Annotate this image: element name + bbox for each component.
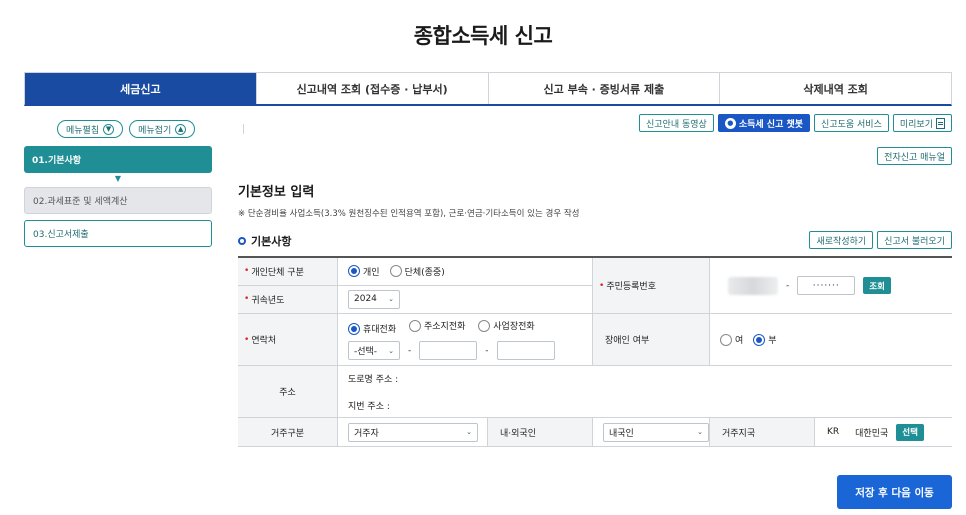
phone-middle-field[interactable] (419, 341, 478, 360)
section-note: ※ 단순경비율 사업소득(3.3% 원천징수된 인적용역 포함), 근로·연금·… (238, 209, 580, 219)
preview-button[interactable]: 미리보기 (892, 114, 952, 132)
country-code: KR (827, 427, 840, 437)
residence-type-label: 거주구분 (238, 418, 338, 446)
lot-address-text: 지번 주소 : (348, 401, 390, 412)
entity-individual-radio[interactable]: 개인 (348, 265, 380, 278)
form-row-address: 주소 도로명 주소 : 지번 주소 : (238, 366, 952, 418)
entity-group-radio[interactable]: 단체(종중) (389, 265, 445, 278)
help-service-button[interactable]: 신고도움 서비스 (814, 114, 889, 132)
contact-business-radio[interactable]: 사업장전화 (478, 319, 535, 332)
load-return-button[interactable]: 신고서 불러오기 (877, 231, 952, 249)
contact-home-radio[interactable]: 주소지전화 (409, 319, 465, 332)
chevron-down-icon: ⌄ (466, 428, 472, 436)
form-row-residence: 거주구분 거주자 ⌄ 내·외국인 내국인 ⌄ 거주지국 KR 대한민국 선택 (238, 418, 952, 446)
disability-yes-radio[interactable]: 여 (720, 333, 743, 346)
road-address-text: 도로명 주소 : (348, 374, 399, 385)
tab-tax-filing[interactable]: 세금신고 (25, 73, 257, 104)
divider (243, 124, 244, 134)
preview-label: 미리보기 (899, 119, 933, 130)
main-tabs: 세금신고 신고내역 조회 (접수증 · 납부서) 신고 부속 · 증빙서류 제출… (24, 72, 952, 106)
toolbar: 신고안내 동영상 ● 소득세 신고 챗봇 신고도움 서비스 미리보기 (638, 114, 952, 132)
year-select[interactable]: 2024 ⌄ (348, 289, 400, 309)
resident-no-back-field[interactable]: ······· (797, 276, 856, 295)
year-label: • 귀속년도 (238, 285, 338, 313)
contact-label: • 연락처 (238, 314, 338, 365)
guide-video-button[interactable]: 신고안내 동영상 (638, 114, 714, 132)
residence-country-label: 거주지국 (710, 418, 815, 446)
resident-no-front-field[interactable] (728, 276, 778, 295)
tab-attachments[interactable]: 신고 부속 · 증빙서류 제출 (488, 73, 721, 104)
manual-button[interactable]: 전자신고 매뉴얼 (877, 147, 952, 165)
chatbot-label: 소득세 신고 챗봇 (738, 119, 804, 130)
step-tax-calc[interactable]: 02.과세표준 및 세액계산 (24, 187, 212, 214)
disability-label: 장애인 여부 (593, 314, 710, 365)
menu-collapse-button[interactable]: 메뉴접기 ▲ (129, 120, 196, 138)
chatbot-button[interactable]: ● 소득세 신고 챗봇 (717, 114, 811, 132)
save-next-button[interactable]: 저장 후 다음 이동 (837, 475, 952, 509)
contact-mobile-radio[interactable]: 휴대전화 (348, 322, 396, 335)
form-row-contact: • 연락처 휴대전화 주소지전화 사업장전화 -선택- ⌄ - - 장애인 여부 여… (238, 314, 952, 366)
form-actions: 새로작성하기 신고서 불러오기 (809, 231, 952, 249)
form-row-entity-resident: • 개인단체 구분 개인 단체(종중) • 귀속년도 2024 ⌄ • 주민등록번호 -… (238, 258, 952, 314)
resident-lookup-button[interactable]: 조회 (863, 277, 891, 294)
section-title: 기본정보 입력 (238, 185, 315, 200)
step-basic-info[interactable]: 01.기본사항 (24, 146, 212, 173)
menu-toggles: 메뉴펼침 ▼ 메뉴접기 ▲ (57, 120, 196, 138)
nationality-label: 내·외국인 (488, 418, 593, 446)
disability-no-radio[interactable]: 부 (753, 333, 777, 346)
phone-prefix-select[interactable]: -선택- ⌄ (348, 341, 400, 360)
new-write-button[interactable]: 새로작성하기 (809, 231, 874, 249)
country-select-button[interactable]: 선택 (896, 423, 924, 441)
menu-collapse-label: 메뉴접기 (138, 125, 172, 136)
subsection-title: 기본사항 (238, 233, 291, 249)
address-label: 주소 (238, 366, 338, 417)
tab-deleted-history[interactable]: 삭제내역 조회 (720, 73, 951, 104)
menu-expand-label: 메뉴펼침 (66, 125, 100, 136)
resident-no-label: • 주민등록번호 (593, 258, 710, 313)
document-icon (936, 117, 945, 129)
basic-info-form: • 개인단체 구분 개인 단체(종중) • 귀속년도 2024 ⌄ • 주민등록번호 -… (238, 256, 952, 447)
chevron-down-icon: ⌄ (697, 428, 703, 436)
chevron-down-icon: ▼ (103, 123, 115, 135)
chevron-up-icon: ▲ (175, 123, 187, 135)
chevron-down-icon: ⌄ (388, 346, 394, 355)
step-arrow-icon: ▼ (114, 174, 122, 183)
nationality-select[interactable]: 내국인 ⌄ (603, 422, 709, 442)
phone-last-field[interactable] (496, 341, 555, 360)
chatbot-icon: ● (724, 117, 736, 129)
country-name: 대한민국 (855, 428, 889, 439)
tab-filing-history[interactable]: 신고내역 조회 (접수증 · 납부서) (256, 73, 489, 104)
subsection-title-text: 기본사항 (251, 235, 292, 248)
step-submit[interactable]: 03.신고서제출 (24, 220, 212, 247)
entity-type-label: • 개인단체 구분 (238, 258, 338, 285)
residence-type-select[interactable]: 거주자 ⌄ (348, 422, 478, 442)
step-nav: 01.기본사항 ▼ 02.과세표준 및 세액계산 03.신고서제출 (24, 146, 212, 253)
chevron-down-icon: ⌄ (388, 295, 394, 304)
page-title: 종합소득세 신고 (413, 24, 553, 48)
menu-expand-button[interactable]: 메뉴펼침 ▼ (57, 120, 124, 138)
bullet-ring-icon (238, 237, 246, 245)
